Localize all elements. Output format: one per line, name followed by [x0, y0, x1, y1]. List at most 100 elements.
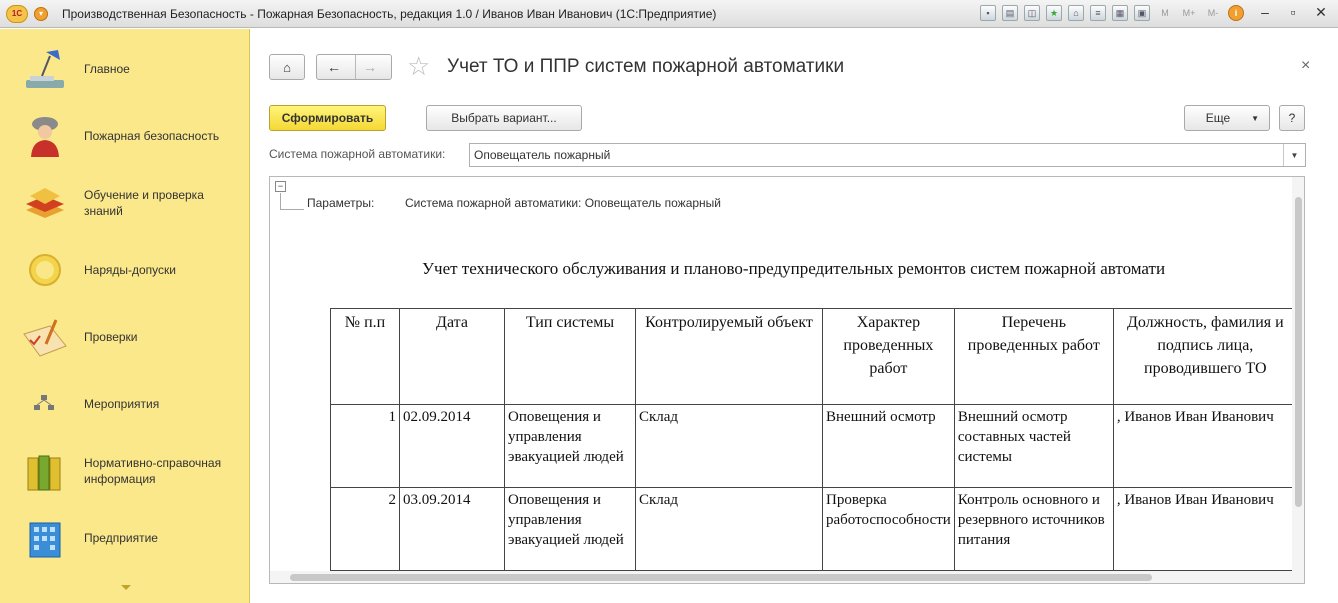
books-icon: [20, 179, 70, 227]
table-row[interactable]: 1 02.09.2014 Оповещения и управления эва…: [330, 404, 1298, 488]
sidebar-item-training[interactable]: Обучение и проверка знаний: [0, 173, 250, 233]
chevron-down-icon[interactable]: ▼: [1283, 144, 1305, 166]
memory-button[interactable]: M: [1156, 5, 1174, 21]
sidebar-item-fire-safety[interactable]: Пожарная безопасность: [0, 106, 250, 166]
save-icon[interactable]: ▪: [980, 5, 996, 21]
table-header-row: № п.п Дата Тип системы Контролируемый об…: [330, 308, 1298, 405]
cell-system-type: Оповещения и управления эвакуацией людей: [504, 487, 636, 571]
coin-icon: [20, 246, 70, 294]
window-controls: – ▫ ✕: [1258, 4, 1328, 21]
cell-date: 03.09.2014: [399, 487, 505, 571]
memory-plus-button[interactable]: M+: [1180, 5, 1198, 21]
calculator-icon[interactable]: ▣: [1134, 5, 1150, 21]
sidebar-item-label: Нормативно-справочная информация: [84, 456, 222, 486]
sidebar-item-label: Обучение и проверка знаний: [84, 188, 204, 218]
params-label: Параметры:: [307, 196, 375, 210]
close-form-button[interactable]: ×: [1301, 57, 1310, 75]
report-title: Учет технического обслуживания и планово…: [422, 259, 1166, 278]
vertical-scrollbar[interactable]: [1292, 177, 1304, 583]
chevron-down-icon: ▼: [1251, 113, 1259, 123]
sidebar-item-label: Главное: [84, 62, 130, 76]
sidebar-item-permits[interactable]: Наряды-допуски: [0, 240, 250, 300]
table-row[interactable]: 2 03.09.2014 Оповещения и управления эва…: [330, 487, 1298, 571]
column-header: Дата: [399, 308, 505, 405]
column-header: Должность, фамилия и подпись лица, прово…: [1112, 308, 1298, 405]
sidebar-scroll-down-icon[interactable]: [121, 585, 131, 590]
building-icon: [20, 514, 70, 562]
sidebar-item-enterprise[interactable]: Предприятие: [0, 508, 250, 568]
cell-work-list: Контроль основного и резервного источник…: [953, 487, 1114, 571]
cell-number: 2: [330, 487, 400, 571]
cell-number: 1: [330, 404, 400, 488]
params-value: Система пожарной автоматики: Оповещатель…: [405, 196, 722, 210]
list-icon[interactable]: ≡: [1090, 5, 1106, 21]
cell-responsible: , Иванов Иван Иванович: [1112, 487, 1298, 571]
back-button[interactable]: ←: [327, 59, 341, 75]
fire-system-select[interactable]: Оповещатель пожарный ▼: [469, 143, 1306, 167]
main-menu-icon[interactable]: ▾: [34, 6, 48, 21]
home-button[interactable]: ⌂: [269, 54, 305, 80]
select-variant-button[interactable]: Выбрать вариант...: [426, 105, 582, 131]
column-header: Тип системы: [504, 308, 636, 405]
sidebar-item-label: Проверки: [84, 330, 138, 344]
binders-icon: [20, 447, 70, 495]
close-window-icon[interactable]: ✕: [1314, 4, 1328, 21]
fire-system-value: Оповещатель пожарный: [474, 148, 611, 162]
history-icon[interactable]: ⌂: [1068, 5, 1084, 21]
group-line: [280, 193, 281, 209]
column-header: Перечень проведенных работ: [953, 308, 1114, 405]
minimize-icon[interactable]: –: [1258, 4, 1272, 21]
sidebar-item-label: Наряды-допуски: [84, 263, 176, 277]
firefighter-icon: [20, 112, 70, 160]
maximize-icon[interactable]: ▫: [1286, 4, 1300, 21]
sidebar-item-reference[interactable]: Нормативно-справочная информация: [0, 441, 250, 501]
desk-lamp-icon: [20, 45, 70, 93]
report-document[interactable]: − Параметры: Система пожарной автоматики…: [269, 176, 1305, 584]
group-line: [280, 209, 304, 210]
checklist-icon: [20, 313, 70, 361]
cell-responsible: , Иванов Иван Иванович: [1112, 404, 1298, 488]
filter-label: Система пожарной автоматики:: [269, 147, 446, 161]
cell-object: Склад: [635, 404, 823, 488]
scroll-thumb[interactable]: [1295, 197, 1302, 507]
column-header: Контролируемый объект: [635, 308, 823, 405]
horizontal-scrollbar[interactable]: [270, 571, 1292, 583]
favorite-star-icon[interactable]: ☆: [407, 51, 430, 82]
sidebar-item-main[interactable]: Главное: [0, 39, 250, 99]
app-logo-icon[interactable]: 1С: [6, 4, 28, 23]
home-icon: ⌂: [283, 59, 291, 75]
report-table: № п.п Дата Тип системы Контролируемый об…: [330, 308, 1298, 571]
scroll-thumb[interactable]: [290, 574, 1152, 581]
sections-panel: Главное Пожарная безопасность Обучение и…: [0, 29, 250, 603]
title-toolbar: ▪ ▤ ◫ ★ ⌂ ≡ ▦ ▣ M M+ M- i: [980, 5, 1244, 21]
favorites-icon[interactable]: ★: [1046, 5, 1062, 21]
print-icon[interactable]: ▤: [1002, 5, 1018, 21]
cell-system-type: Оповещения и управления эвакуацией людей: [504, 404, 636, 488]
column-header: Характер проведенных работ: [822, 308, 955, 405]
forward-button[interactable]: →: [363, 59, 377, 75]
history-nav: ← →: [316, 54, 392, 80]
cell-date: 02.09.2014: [399, 404, 505, 488]
cell-object: Склад: [635, 487, 823, 571]
calendar-icon[interactable]: ▦: [1112, 5, 1128, 21]
more-button[interactable]: Еще ▼: [1184, 105, 1270, 131]
memory-minus-button[interactable]: M-: [1204, 5, 1222, 21]
collapse-group-icon[interactable]: −: [275, 181, 286, 192]
divider: [355, 55, 356, 79]
sidebar-item-inspections[interactable]: Проверки: [0, 307, 250, 367]
cell-work-type: Проверка работоспособности: [822, 487, 955, 571]
sidebar-item-label: Мероприятия: [84, 397, 160, 411]
sidebar-item-activities[interactable]: Мероприятия: [0, 374, 250, 434]
more-button-label: Еще: [1205, 111, 1231, 125]
window-title: Производственная Безопасность - Пожарная…: [62, 6, 717, 21]
help-button[interactable]: ?: [1279, 105, 1305, 131]
preview-icon[interactable]: ◫: [1024, 5, 1040, 21]
report-form: ⌂ ← → ☆ Учет ТО и ППР систем пожарной ав…: [251, 29, 1338, 603]
info-icon[interactable]: i: [1228, 5, 1244, 21]
window-titlebar: 1С ▾ Производственная Безопасность - Пож…: [0, 0, 1338, 28]
generate-button[interactable]: Сформировать: [269, 105, 386, 131]
column-header: № п.п: [330, 308, 400, 405]
sidebar-item-label: Предприятие: [84, 531, 158, 545]
sidebar-item-label: Пожарная безопасность: [84, 129, 220, 143]
page-title: Учет ТО и ППР систем пожарной автоматики: [447, 56, 845, 77]
